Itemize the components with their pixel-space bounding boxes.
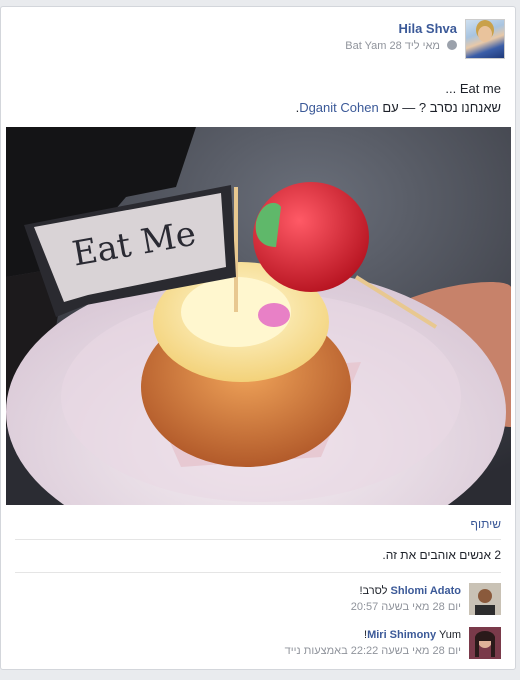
comment-time[interactable]: יום 28 מאי בשעה 22:22 באמצעות נייד [285, 643, 461, 659]
post-text-line1: Eat me ... [445, 81, 501, 96]
comment-item: Miri Shimony Yum! יום 28 מאי בשעה 22:22 … [13, 627, 501, 663]
post-text-prefix: שאנחנו נסרב ? — עם [382, 100, 501, 115]
post-text: Eat me ... שאנחנו נסרב ? — עם Dganit Coh… [21, 79, 501, 117]
share-link[interactable]: שיתוף [470, 517, 501, 531]
author-name[interactable]: Hila Shva [398, 21, 457, 36]
post-text-line2: שאנחנו נסרב ? — עם Dganit Cohen. [295, 100, 501, 115]
likes-summary: 2 אנשים אוהבים את זה. [15, 548, 501, 573]
commenter-name[interactable]: Miri Shimony [367, 629, 436, 641]
avatar-face [478, 26, 492, 42]
comment-time[interactable]: יום 28 מאי בשעה 20:57 [351, 599, 461, 615]
location-link[interactable]: Bat Yam [345, 40, 386, 52]
comment-item: Shlomi Adato לסרב! יום 28 מאי בשעה 20:57 [13, 583, 501, 619]
post-date[interactable]: 28 מאי ליד [389, 40, 439, 52]
comment-body: Shlomi Adato לסרב! יום 28 מאי בשעה 20:57 [351, 583, 461, 615]
globe-icon [447, 40, 457, 50]
likes-text[interactable]: 2 אנשים אוהבים את זה. [382, 548, 501, 562]
post-header: Hila Shva Bat Yam 28 מאי ליד [205, 19, 505, 61]
post-photo[interactable]: Eat Me [6, 127, 511, 505]
author-avatar[interactable] [465, 19, 505, 59]
commenter-avatar[interactable] [469, 627, 501, 659]
tagged-user-link[interactable]: Dganit Cohen [299, 100, 379, 115]
comment-body: Miri Shimony Yum! יום 28 מאי בשעה 22:22 … [285, 627, 461, 659]
post-card: Hila Shva Bat Yam 28 מאי ליד Eat me ... … [0, 6, 516, 670]
comment-text: לסרב! [359, 585, 388, 597]
post-actions: שיתוף [15, 517, 501, 540]
post-meta: Bat Yam 28 מאי ליד [345, 40, 457, 52]
avatar-icon [469, 583, 501, 615]
commenter-avatar[interactable] [469, 583, 501, 615]
commenter-name[interactable]: Shlomi Adato [391, 585, 461, 597]
avatar-icon [469, 627, 501, 659]
cupcake-photo: Eat Me [6, 127, 511, 505]
